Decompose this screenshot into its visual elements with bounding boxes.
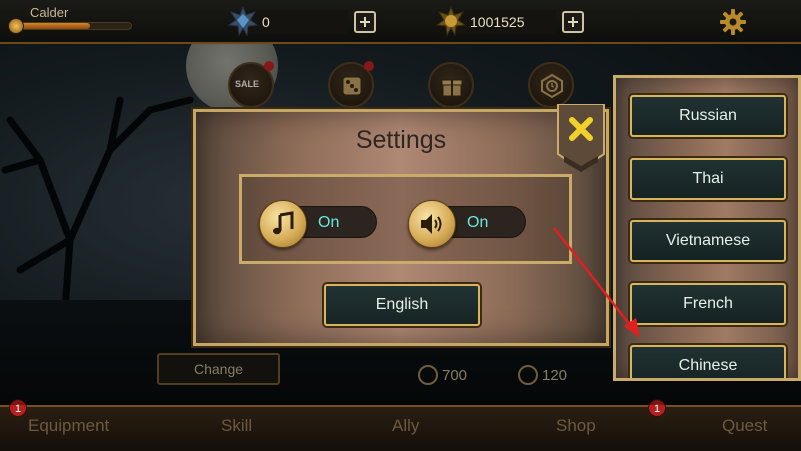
language-option-vietnamese[interactable]: Vietnamese: [630, 220, 786, 262]
nav-equipment[interactable]: Equipment: [28, 416, 109, 436]
language-option-chinese[interactable]: Chinese: [630, 345, 786, 378]
toggle-knob: [259, 200, 307, 248]
xp-fill: [13, 23, 90, 29]
language-option-french[interactable]: French: [630, 283, 786, 325]
add-gems-button[interactable]: [354, 11, 376, 33]
top-bar: Calder 0 1001525: [0, 0, 801, 44]
toggle-knob: [408, 200, 456, 248]
nav-shop[interactable]: Shop: [556, 416, 596, 436]
music-note-icon: [273, 211, 294, 235]
nav-quest[interactable]: Quest: [722, 416, 767, 436]
close-icon[interactable]: [556, 104, 606, 172]
audio-settings-box: On On: [239, 174, 572, 264]
coin-counter: 1001525: [436, 6, 584, 36]
player-name: Calder: [30, 5, 69, 20]
sound-state: On: [467, 214, 489, 231]
speaker-icon: [421, 214, 442, 234]
language-button[interactable]: English: [324, 284, 480, 326]
dialog-title: Settings: [355, 126, 447, 154]
nav-ally[interactable]: Ally: [392, 416, 419, 436]
music-state: On: [318, 214, 340, 231]
nav-skill[interactable]: Skill: [221, 416, 252, 436]
gear-icon[interactable]: [720, 9, 746, 35]
xp-bar: [12, 22, 132, 30]
language-option-russian[interactable]: Russian: [630, 95, 786, 137]
coin-icon: [436, 6, 466, 36]
settings-dialog: Settings On On English: [193, 109, 609, 346]
language-option-thai[interactable]: Thai: [630, 158, 786, 200]
gem-counter: 0: [228, 6, 376, 36]
level-icon: [8, 18, 24, 34]
gem-icon: [228, 6, 258, 36]
add-coins-button[interactable]: [562, 11, 584, 33]
annotation-arrow-icon: [553, 227, 640, 338]
